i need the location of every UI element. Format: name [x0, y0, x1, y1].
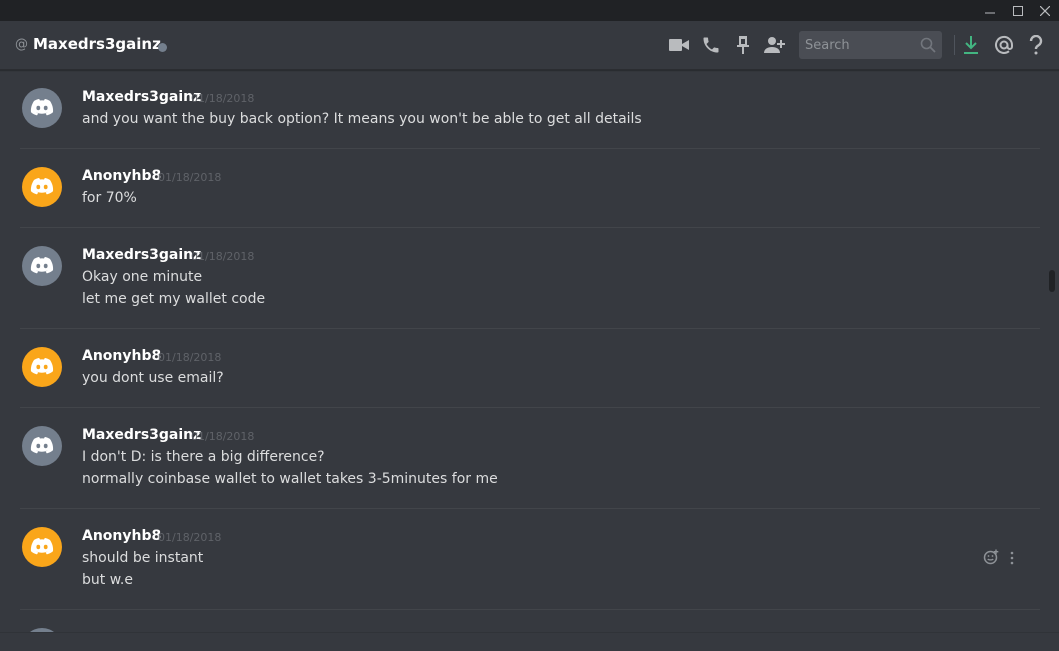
- message-text: and you want the buy back option? It mea…: [82, 111, 642, 127]
- message-item[interactable]: Anonyhb8 01/18/2018 should be instant but w…: [0, 509, 1040, 609]
- video-call-icon: [669, 39, 689, 51]
- add-friend-icon: [764, 37, 785, 53]
- avatar[interactable]: [22, 426, 62, 466]
- message-timestamp: 01/18/2018: [158, 351, 222, 364]
- voice-call-icon: [703, 37, 719, 53]
- message-text: for 70%: [82, 190, 137, 206]
- search-box[interactable]: [799, 31, 942, 59]
- message-author[interactable]: Maxedrs3gainz: [82, 247, 201, 263]
- header-divider: [954, 35, 955, 55]
- message-divider: [20, 148, 1040, 149]
- channel-header: @ Maxedrs3gainz: [0, 21, 1059, 70]
- scrollbar-thumb[interactable]: [1049, 270, 1055, 292]
- more-options-icon[interactable]: [1009, 551, 1015, 565]
- message-divider: [20, 328, 1040, 329]
- message-timestamp: 01/18/2018: [158, 531, 222, 544]
- at-icon: @: [15, 37, 28, 52]
- avatar[interactable]: [22, 347, 62, 387]
- message-item[interactable]: Maxedrs3gainz 01/18/2018 and you want the …: [0, 70, 1040, 148]
- mention-icon: [995, 36, 1014, 54]
- message-timestamp: 01/18/2018: [191, 92, 255, 105]
- discord-logo-icon: [30, 99, 54, 116]
- message-divider: [20, 508, 1040, 509]
- avatar[interactable]: [22, 88, 62, 128]
- message-list[interactable]: Maxedrs3gainz 01/18/2018 and you want the …: [0, 70, 1040, 632]
- message-author[interactable]: Maxedrs3gainz: [82, 89, 201, 105]
- message-author[interactable]: Maxedrs3gainz: [82, 427, 201, 443]
- message-actions: [983, 549, 1023, 569]
- pin-icon: [737, 36, 749, 54]
- maximize-button[interactable]: [1004, 0, 1032, 21]
- close-button[interactable]: [1031, 0, 1059, 21]
- message-text: I don't D: is there a big difference?: [82, 449, 325, 465]
- mentions-button[interactable]: [992, 33, 1016, 57]
- search-icon: [920, 37, 936, 53]
- voice-call-button[interactable]: [699, 33, 723, 57]
- message-item[interactable]: Maxedrs3gainz 01/18/2018 I don't D: is the…: [0, 408, 1040, 508]
- download-apps-button[interactable]: [959, 33, 983, 57]
- maximize-icon: [1013, 5, 1023, 16]
- message-item[interactable]: Anonyhb8 01/18/2018 for 70%: [0, 149, 1040, 227]
- avatar[interactable]: [22, 246, 62, 286]
- message-divider: [20, 407, 1040, 408]
- message-author[interactable]: Anonyhb8: [82, 348, 161, 364]
- message-author[interactable]: Anonyhb8: [82, 168, 161, 184]
- pinned-messages-button[interactable]: [731, 33, 755, 57]
- video-call-button[interactable]: [667, 33, 691, 57]
- download-icon: [964, 36, 978, 54]
- message-text: should be instant: [82, 550, 204, 566]
- message-text: Okay one minute: [82, 269, 203, 285]
- message-text: let me get my wallet code: [82, 291, 266, 307]
- add-friend-button[interactable]: [762, 33, 786, 57]
- discord-logo-icon: [30, 437, 54, 454]
- presence-status-dot: [158, 43, 167, 52]
- message-timestamp: 01/18/2018: [191, 430, 255, 443]
- minimize-icon: [985, 12, 995, 13]
- message-divider: [20, 227, 1040, 228]
- scrollbar-track[interactable]: [1047, 70, 1055, 632]
- close-icon: [1040, 5, 1050, 16]
- discord-logo-icon: [30, 178, 54, 195]
- message-composer-edge: [0, 632, 1059, 651]
- message-timestamp: 01/18/2018: [191, 250, 255, 263]
- channel-name: Maxedrs3gainz: [33, 35, 161, 53]
- window-title-bar: [0, 0, 1059, 21]
- search-input[interactable]: [805, 37, 915, 53]
- discord-logo-icon: [30, 257, 54, 274]
- add-reaction-icon[interactable]: [983, 549, 999, 565]
- message-text: but w.e: [82, 572, 133, 588]
- message-timestamp: 01/18/2018: [158, 171, 222, 184]
- message-text: normally coinbase wallet to wallet takes…: [82, 471, 498, 487]
- help-button[interactable]: [1024, 33, 1048, 57]
- help-icon: [1029, 35, 1043, 55]
- avatar[interactable]: [22, 167, 62, 207]
- message-item[interactable]: Maxedrs3gainz 01/18/2018 Okay one minute le…: [0, 228, 1040, 328]
- minimize-button[interactable]: [976, 0, 1004, 21]
- message-author[interactable]: Anonyhb8: [82, 528, 161, 544]
- message-item[interactable]: Anonyhb8 01/18/2018 you dont use email?: [0, 329, 1040, 407]
- discord-logo-icon: [30, 538, 54, 555]
- avatar[interactable]: [22, 527, 62, 567]
- discord-logo-icon: [30, 358, 54, 375]
- message-divider: [20, 609, 1040, 610]
- message-text: you dont use email?: [82, 370, 224, 386]
